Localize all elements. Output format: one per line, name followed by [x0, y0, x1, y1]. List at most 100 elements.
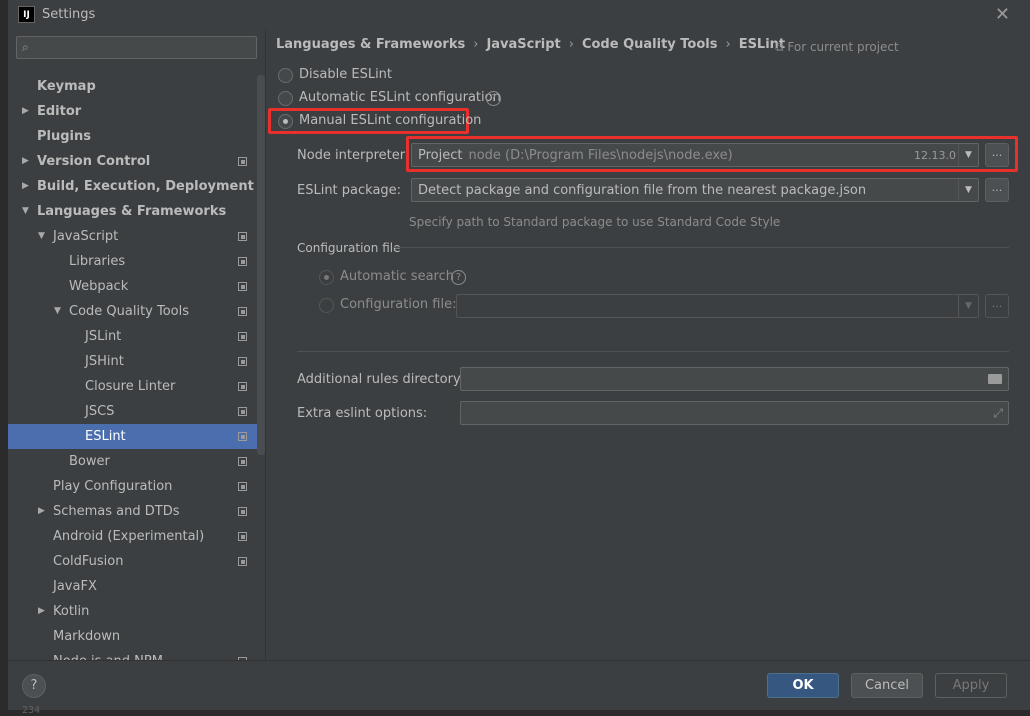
sidebar-item-plugins[interactable]: Plugins	[8, 124, 265, 149]
project-settings-icon	[238, 357, 247, 366]
configuration-file-radio[interactable]	[319, 298, 334, 313]
sidebar-item-bower[interactable]: Bower	[8, 449, 265, 474]
sidebar-item-closure-linter[interactable]: Closure Linter	[8, 374, 265, 399]
node-interpreter-browse-button[interactable]: ...	[985, 143, 1009, 167]
node-interpreter-label: Node interpreter:	[297, 148, 410, 163]
sidebar-item-libraries[interactable]: Libraries	[8, 249, 265, 274]
configuration-file-label[interactable]: Configuration file:	[340, 297, 456, 312]
project-settings-icon	[238, 257, 247, 266]
sidebar-item-coldfusion[interactable]: ColdFusion	[8, 549, 265, 574]
sidebar-item-jshint[interactable]: JSHint	[8, 349, 265, 374]
sidebar-item-label: Bower	[69, 454, 110, 469]
manual-eslint-label[interactable]: Manual ESLint configuration	[299, 113, 481, 128]
sidebar-item-webpack[interactable]: Webpack	[8, 274, 265, 299]
chevron-right-icon[interactable]: ▶	[38, 499, 45, 524]
project-settings-icon	[238, 482, 247, 491]
sidebar-item-label: Plugins	[37, 129, 91, 144]
help-icon[interactable]: ?	[451, 270, 466, 285]
sidebar-scrollbar[interactable]	[257, 75, 265, 455]
sidebar-item-javafx[interactable]: JavaFX	[8, 574, 265, 599]
sidebar-item-play-configuration[interactable]: Play Configuration	[8, 474, 265, 499]
automatic-eslint-radio[interactable]	[278, 91, 293, 106]
sidebar-item-label: Webpack	[69, 279, 129, 294]
chevron-right-icon[interactable]: ▶	[22, 99, 29, 124]
sidebar-item-languages-frameworks[interactable]: ▼ Languages & Frameworks	[8, 199, 265, 224]
automatic-search-label[interactable]: Automatic search	[340, 269, 454, 284]
sidebar-item-android-experimental[interactable]: Android (Experimental)	[8, 524, 265, 549]
node-interpreter-select[interactable]: Project node (D:\Program Files\nodejs\nod…	[411, 143, 979, 167]
eslint-package-value: Detect package and configuration file fr…	[418, 183, 867, 198]
line-number-text: 234	[22, 705, 41, 716]
settings-dialog: IJ Settings ✕ ⌕ Keymap ▶ Editor Plugins ▶ Ver…	[8, 0, 1030, 710]
chevron-down-icon[interactable]: ▼	[38, 224, 45, 249]
settings-search-input[interactable]: ⌕	[16, 36, 257, 59]
apply-button[interactable]: Apply	[935, 673, 1007, 698]
project-settings-icon	[238, 157, 247, 166]
for-current-project-label: ⧉ For current project	[775, 40, 899, 54]
sidebar-item-eslint[interactable]: ESLint	[8, 424, 265, 449]
dialog-button-bar: ? OK Cancel Apply	[8, 660, 1030, 710]
project-settings-icon	[238, 532, 247, 541]
manual-eslint-radio[interactable]	[278, 114, 293, 129]
sidebar-item-javascript[interactable]: ▼ JavaScript	[8, 224, 265, 249]
disable-eslint-label[interactable]: Disable ESLint	[299, 67, 392, 82]
window-title: Settings	[42, 7, 96, 22]
sidebar-item-label: Build, Execution, Deployment	[37, 179, 254, 194]
sidebar-item-label: JavaScript	[53, 229, 119, 244]
eslint-package-browse-button[interactable]: ...	[985, 178, 1009, 202]
sidebar-item-markdown[interactable]: Markdown	[8, 624, 265, 649]
sidebar-item-label: JSHint	[85, 354, 124, 369]
chevron-down-icon[interactable]: ▼	[22, 199, 29, 224]
chevron-right-icon[interactable]: ▶	[22, 149, 29, 174]
eslint-package-label: ESLint package:	[297, 183, 402, 198]
project-settings-icon	[238, 457, 247, 466]
divider	[297, 351, 1009, 352]
help-button[interactable]: ?	[22, 674, 46, 698]
eslint-package-select[interactable]: Detect package and configuration file fr…	[411, 178, 979, 202]
sidebar-item-keymap[interactable]: Keymap	[8, 74, 265, 99]
automatic-search-radio[interactable]	[319, 270, 334, 285]
settings-sidebar: ⌕ Keymap ▶ Editor Plugins ▶ Version Control ▶ B…	[8, 30, 265, 660]
close-icon[interactable]: ✕	[995, 4, 1010, 25]
ok-button[interactable]: OK	[767, 673, 839, 698]
disable-eslint-radio[interactable]	[278, 68, 293, 83]
automatic-eslint-label[interactable]: Automatic ESLint configuration	[299, 90, 501, 105]
search-icon: ⌕	[22, 40, 29, 54]
project-settings-icon	[238, 307, 247, 316]
additional-rules-input[interactable]	[460, 367, 1009, 391]
chevron-down-icon[interactable]: ▼	[958, 179, 978, 201]
help-icon[interactable]: ?	[486, 91, 501, 106]
configuration-file-browse-button[interactable]: ...	[985, 294, 1009, 318]
breadcrumb-item[interactable]: Code Quality Tools	[582, 37, 718, 52]
sidebar-item-build-execution-deployment[interactable]: ▶ Build, Execution, Deployment	[8, 174, 265, 199]
configuration-file-select[interactable]: ▼	[456, 294, 979, 318]
project-settings-icon	[238, 507, 247, 516]
node-version: 12.13.0	[914, 149, 956, 162]
sidebar-item-editor[interactable]: ▶ Editor	[8, 99, 265, 124]
sidebar-item-jslint[interactable]: JSLint	[8, 324, 265, 349]
chevron-down-icon[interactable]: ▼	[958, 295, 978, 317]
sidebar-item-code-quality-tools[interactable]: ▼ Code Quality Tools	[8, 299, 265, 324]
intellij-app-icon: IJ	[18, 6, 35, 23]
breadcrumb-item[interactable]: JavaScript	[486, 37, 560, 52]
sidebar-item-node-js-and-npm[interactable]: Node.js and NPM	[8, 649, 265, 660]
chevron-down-icon[interactable]: ▼	[958, 144, 978, 166]
sidebar-item-label: Closure Linter	[85, 379, 176, 394]
sidebar-item-version-control[interactable]: ▶ Version Control	[8, 149, 265, 174]
section-divider	[393, 247, 1009, 248]
chevron-right-icon[interactable]: ▶	[38, 599, 45, 624]
folder-icon[interactable]	[988, 374, 1002, 384]
sidebar-item-schemas-and-dtds[interactable]: ▶ Schemas and DTDs	[8, 499, 265, 524]
sidebar-item-kotlin[interactable]: ▶ Kotlin	[8, 599, 265, 624]
cancel-button[interactable]: Cancel	[851, 673, 923, 698]
expand-icon[interactable]: ⤢	[993, 406, 1003, 421]
sidebar-item-jscs[interactable]: JSCS	[8, 399, 265, 424]
breadcrumb: Languages & Frameworks › JavaScript › Code Q…	[276, 37, 785, 52]
chevron-down-icon[interactable]: ▼	[54, 299, 61, 324]
extra-options-input[interactable]: ⤢	[460, 401, 1009, 425]
sidebar-item-label: Keymap	[37, 79, 96, 94]
background-strip-left	[0, 0, 8, 716]
chevron-right-icon[interactable]: ▶	[22, 174, 29, 199]
breadcrumb-separator: ›	[725, 37, 731, 52]
breadcrumb-item[interactable]: Languages & Frameworks	[276, 37, 465, 52]
